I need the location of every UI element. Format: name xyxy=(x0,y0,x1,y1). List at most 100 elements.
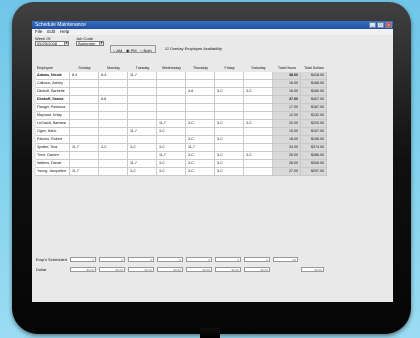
shift-cell[interactable] xyxy=(99,120,128,128)
shift-cell[interactable] xyxy=(99,128,128,136)
job-code-select[interactable]: Bartender ▼ xyxy=(76,41,104,46)
column-header-friday[interactable]: Friday xyxy=(215,66,244,71)
shift-cell[interactable] xyxy=(215,112,244,120)
shift-cell[interactable] xyxy=(186,112,215,120)
shift-cell[interactable]: 11-7 xyxy=(128,128,157,136)
shift-cell[interactable] xyxy=(128,152,157,160)
shift-cell[interactable]: 3-C xyxy=(186,152,215,160)
shift-cell[interactable]: 3-C xyxy=(244,120,273,128)
shift-cell[interactable]: 11-7 xyxy=(128,72,157,80)
column-header-thursday[interactable]: Thursday xyxy=(186,66,215,71)
shift-cell[interactable] xyxy=(128,104,157,112)
employee-name[interactable]: Dimkoff, Barbette xyxy=(36,88,70,96)
shift-cell[interactable] xyxy=(244,168,273,176)
shift-cell[interactable] xyxy=(99,160,128,168)
shift-cell[interactable]: 11-7 xyxy=(186,144,215,152)
maximize-icon[interactable]: □ xyxy=(377,22,384,28)
shift-cell[interactable] xyxy=(99,88,128,96)
shift-cell[interactable] xyxy=(215,96,244,104)
shift-cell[interactable]: 3-C xyxy=(215,152,244,160)
shift-cell[interactable] xyxy=(215,72,244,80)
shift-cell[interactable] xyxy=(186,80,215,88)
column-header-total-hours[interactable]: Total Hours xyxy=(273,66,301,71)
shift-cell[interactable] xyxy=(157,96,186,104)
column-header-total-dollars[interactable]: Total Dollars xyxy=(301,66,327,71)
shift-cell[interactable] xyxy=(128,112,157,120)
column-header-monday[interactable]: Monday xyxy=(99,66,128,71)
shift-cell[interactable] xyxy=(157,88,186,96)
shift-cell[interactable] xyxy=(244,104,273,112)
employee-name[interactable]: Palumo, Robert xyxy=(36,136,70,144)
shift-cell[interactable] xyxy=(70,104,99,112)
shift-cell[interactable]: 11-7 xyxy=(128,160,157,168)
shift-cell[interactable] xyxy=(244,72,273,80)
shift-cell[interactable]: 3-C xyxy=(157,168,186,176)
shift-cell[interactable]: 3-C xyxy=(215,136,244,144)
shift-cell[interactable]: 3-C xyxy=(215,88,244,96)
chevron-down-icon[interactable]: ▼ xyxy=(64,42,68,45)
shift-cell[interactable] xyxy=(128,88,157,96)
employee-name[interactable]: Trent, Damen xyxy=(36,152,70,160)
employee-name[interactable]: Maynard, Kristy xyxy=(36,112,70,120)
shift-cell[interactable] xyxy=(157,136,186,144)
employee-name[interactable]: Walters, Darcie xyxy=(36,160,70,168)
employee-name[interactable]: Young, Jacqueline xyxy=(36,168,70,176)
shift-cell[interactable] xyxy=(70,160,99,168)
shift-cell[interactable]: 3-C xyxy=(186,160,215,168)
close-icon[interactable]: × xyxy=(385,22,392,28)
shift-cell[interactable]: 3-C xyxy=(215,160,244,168)
shift-cell[interactable]: 8-4 xyxy=(99,72,128,80)
shift-cell[interactable] xyxy=(128,96,157,104)
shift-cell[interactable] xyxy=(157,104,186,112)
radio-pm[interactable]: ◉ PM xyxy=(126,48,137,53)
shift-cell[interactable]: 3-C xyxy=(186,168,215,176)
shift-cell[interactable] xyxy=(99,136,128,144)
column-header-wednesday[interactable]: Wednesday xyxy=(157,66,186,71)
shift-cell[interactable] xyxy=(128,136,157,144)
shift-cell[interactable] xyxy=(70,120,99,128)
shift-cell[interactable] xyxy=(128,120,157,128)
shift-cell[interactable] xyxy=(244,128,273,136)
column-header-sunday[interactable]: Sunday xyxy=(70,66,99,71)
shift-cell[interactable] xyxy=(99,112,128,120)
shift-cell[interactable] xyxy=(99,168,128,176)
shift-cell[interactable]: 3-C xyxy=(157,160,186,168)
shift-cell[interactable]: 3-C xyxy=(128,168,157,176)
employee-name[interactable]: Calhoun, Ashley xyxy=(36,80,70,88)
shift-cell[interactable]: 11-7 xyxy=(70,168,99,176)
shift-cell[interactable]: 3-C xyxy=(157,144,186,152)
shift-cell[interactable] xyxy=(186,72,215,80)
overlay-checkbox[interactable]: ☑ Overlay Employee Availability xyxy=(165,46,222,51)
shift-cell[interactable] xyxy=(215,128,244,136)
shift-cell[interactable]: 11-7 xyxy=(70,144,99,152)
shift-cell[interactable] xyxy=(99,104,128,112)
employee-name[interactable]: Ogen, Harlo xyxy=(36,128,70,136)
shift-cell[interactable] xyxy=(70,96,99,104)
shift-cell[interactable]: 3-C xyxy=(128,144,157,152)
shift-cell[interactable] xyxy=(70,152,99,160)
radio-am[interactable]: ○ AM xyxy=(113,48,122,53)
shift-cell[interactable] xyxy=(244,80,273,88)
employee-name[interactable]: LeGrand, Barbara xyxy=(36,120,70,128)
shift-cell[interactable] xyxy=(70,128,99,136)
shift-cell[interactable]: 3-C xyxy=(186,136,215,144)
shift-cell[interactable] xyxy=(244,136,273,144)
shift-cell[interactable]: 11-7 xyxy=(157,152,186,160)
shift-cell[interactable]: 3-C xyxy=(99,144,128,152)
column-header-tuesday[interactable]: Tuesday xyxy=(128,66,157,71)
shift-cell[interactable] xyxy=(215,80,244,88)
column-header-saturday[interactable]: Saturday xyxy=(244,66,273,71)
shift-cell[interactable] xyxy=(157,72,186,80)
shift-cell[interactable] xyxy=(99,152,128,160)
employee-name[interactable]: Flauger, Rebecca xyxy=(36,104,70,112)
shift-cell[interactable] xyxy=(70,136,99,144)
shift-cell[interactable] xyxy=(244,160,273,168)
shift-cell[interactable] xyxy=(157,80,186,88)
shift-cell[interactable]: 8-4 xyxy=(70,72,99,80)
shift-cell[interactable]: 3-C xyxy=(186,120,215,128)
shift-cell[interactable] xyxy=(157,112,186,120)
shift-cell[interactable]: 3-C xyxy=(215,120,244,128)
shift-cell[interactable] xyxy=(99,80,128,88)
week-of-select[interactable]: 05/25/2008 ▼ xyxy=(35,41,69,46)
shift-cell[interactable] xyxy=(186,104,215,112)
